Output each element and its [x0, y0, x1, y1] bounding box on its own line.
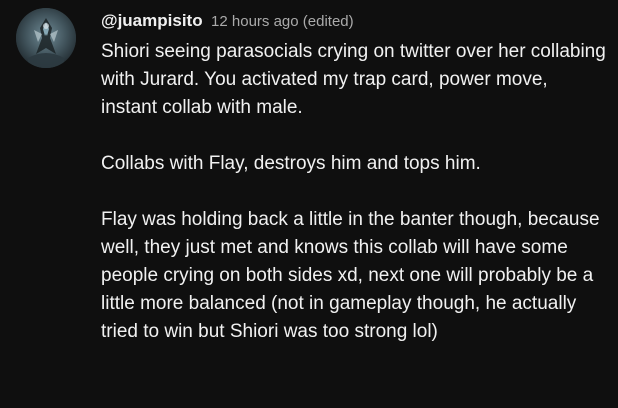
- comment-header: @juampisito 12 hours ago (edited): [101, 8, 606, 34]
- comment-paragraph: Collabs with Flay, destroys him and tops…: [101, 153, 481, 174]
- comment-paragraph: Flay was holding back a little in the ba…: [101, 209, 600, 342]
- comment-text: Shiori seeing parasocials crying on twit…: [101, 38, 606, 346]
- author-name-link[interactable]: @juampisito: [101, 11, 203, 30]
- comment-paragraph: Shiori seeing parasocials crying on twit…: [101, 41, 606, 118]
- avatar[interactable]: [16, 8, 76, 68]
- comment-timestamp-link[interactable]: 12 hours ago (edited): [211, 13, 354, 30]
- character-avatar-icon: [16, 8, 76, 68]
- comment-thread: @juampisito 12 hours ago (edited) Shiori…: [0, 0, 618, 408]
- comment-body: @juampisito 12 hours ago (edited) Shiori…: [101, 8, 606, 346]
